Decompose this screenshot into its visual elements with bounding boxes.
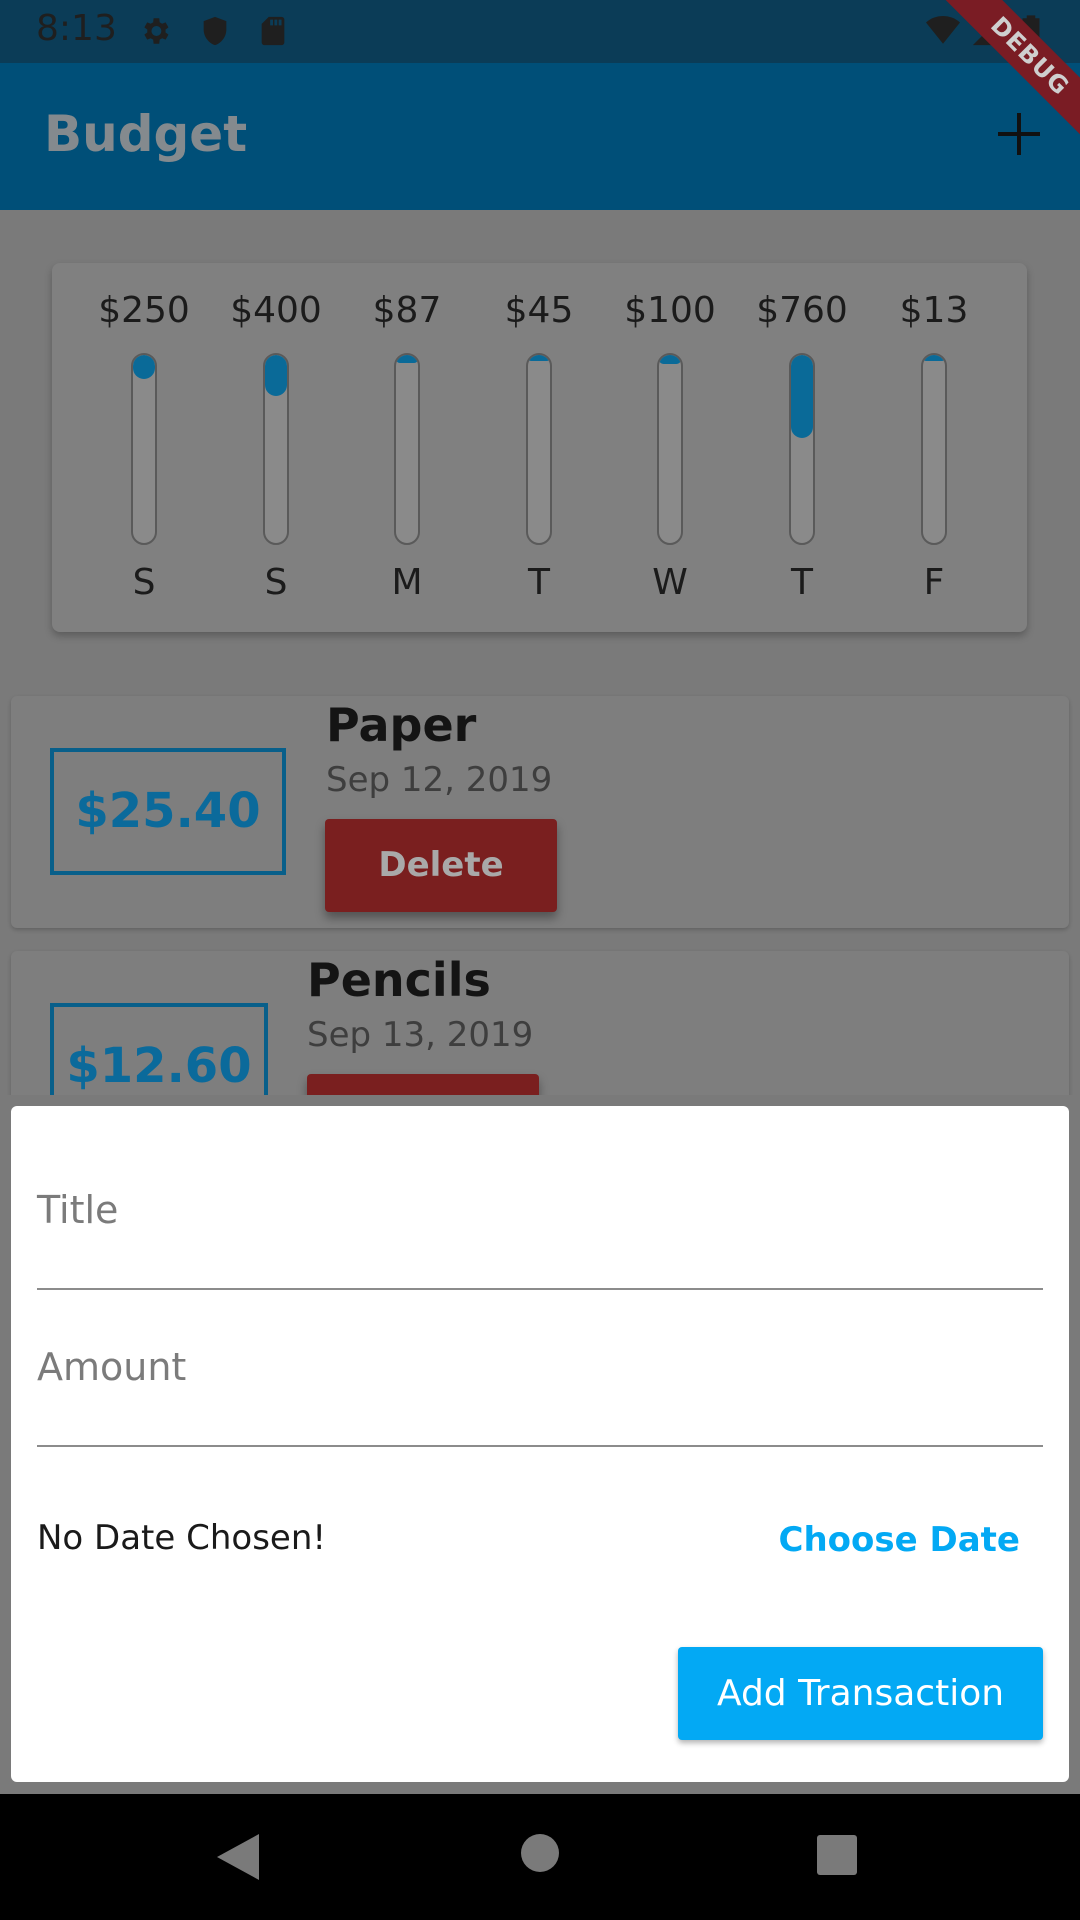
bar-day: T [528, 562, 550, 603]
date-status: No Date Chosen! [37, 1518, 327, 1558]
bar-track [526, 353, 552, 545]
bar-day: F [923, 562, 945, 603]
choose-date-button[interactable]: Choose Date [760, 1512, 1021, 1568]
bar-fill [265, 355, 287, 397]
app-title: Budget [44, 105, 248, 163]
app-bar: Budget [0, 63, 1080, 210]
home-icon[interactable] [520, 1833, 560, 1873]
recents-icon[interactable] [816, 1834, 858, 1876]
transaction-title: Pencils [307, 953, 491, 1007]
bar-amount: $87 [372, 290, 442, 331]
bar-day: W [652, 562, 688, 603]
title-underline [37, 1288, 1043, 1290]
bar-fill [396, 355, 418, 363]
bar-fill [528, 355, 550, 361]
transaction-price: $25.40 [50, 748, 286, 875]
navigation-bar [0, 1794, 1080, 1920]
bar-track [921, 353, 947, 545]
sd-card-icon [261, 16, 285, 46]
bar-fill [659, 355, 681, 365]
settings-icon [144, 18, 169, 44]
bar-track [789, 353, 815, 545]
amount-underline [37, 1445, 1043, 1447]
bar-track [131, 353, 157, 545]
status-time: 8:13 [36, 8, 117, 49]
bar-track [263, 353, 289, 545]
title-input[interactable]: Title [37, 1188, 118, 1232]
bar-amount: $100 [624, 290, 716, 331]
bar-amount: $760 [756, 290, 848, 331]
bar-day: S [132, 562, 156, 603]
bar-track [657, 353, 683, 545]
bar-day: M [391, 562, 423, 603]
amount-input[interactable]: Amount [37, 1345, 186, 1389]
bar-amount: $13 [899, 290, 969, 331]
bar-track [394, 353, 420, 545]
add-transaction-button[interactable]: Add Transaction [678, 1647, 1043, 1740]
bar-fill [791, 355, 813, 438]
transaction-title: Paper [326, 698, 477, 752]
transaction-date: Sep 12, 2019 [326, 760, 553, 800]
back-icon[interactable] [215, 1832, 261, 1882]
bar-day: S [264, 562, 288, 603]
bar-amount: $45 [504, 290, 574, 331]
status-bar: 8:13 [0, 0, 1080, 63]
transaction-date: Sep 13, 2019 [307, 1015, 534, 1055]
bar-amount: $250 [98, 290, 190, 331]
bar-amount: $400 [230, 290, 322, 331]
delete-button[interactable]: Delete [325, 819, 557, 912]
bar-day: T [791, 562, 813, 603]
bar-fill [133, 355, 155, 380]
plus-icon[interactable] [994, 109, 1044, 159]
wifi-icon [926, 16, 960, 44]
bar-fill [923, 355, 945, 361]
shield-icon [203, 16, 227, 46]
